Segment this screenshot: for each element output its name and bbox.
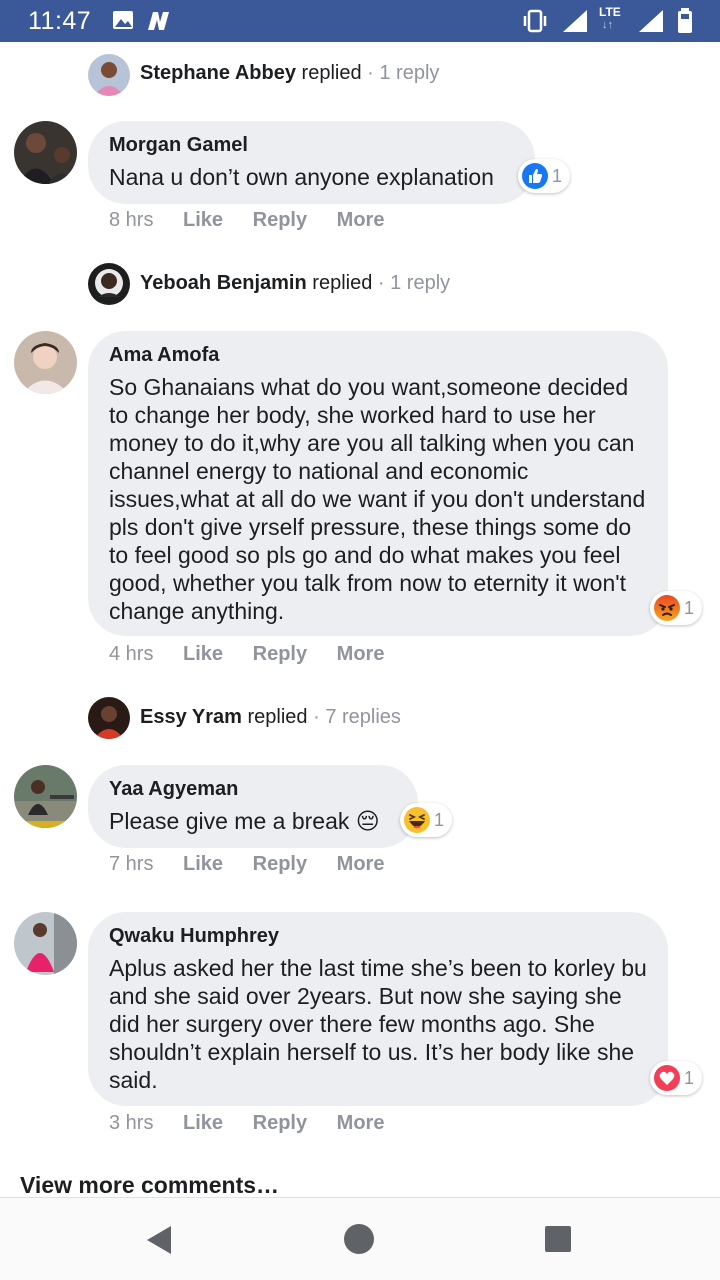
reaction-badge[interactable]: 1 [650,591,703,625]
comment-text: Nana u don’t own anyone explanation [109,164,494,190]
more-button[interactable]: More [337,853,385,876]
home-button-icon[interactable] [343,1223,375,1255]
more-button[interactable]: More [337,209,385,232]
stephane-abbey-avatar-icon [88,54,130,96]
reaction-badge[interactable]: 1 [400,803,453,837]
comment-bubble[interactable]: Yaa Agyeman Please give me a break 😔 [88,765,418,848]
avatar[interactable] [14,912,77,975]
comment-time: 3 hrs [109,1112,154,1134]
comment-actions: 3 hrs Like Reply More [109,1112,384,1135]
yeboah-benjamin-avatar-icon [88,263,130,305]
comment-author[interactable]: Morgan Gamel [109,132,514,158]
comment-actions: 4 hrs Like Reply More [109,643,384,666]
love-reaction-icon [654,1065,680,1091]
battery-icon [678,8,692,33]
like-button[interactable]: Like [183,643,223,666]
avatar[interactable] [14,331,77,394]
signal-icon [563,10,587,32]
data-arrows-icon: ↓↑ [602,19,613,31]
vibrate-icon [523,9,547,33]
view-more-comments-link[interactable]: View more comments… [20,1172,279,1197]
haha-reaction-icon [404,807,430,833]
replied-verb: replied [312,272,373,294]
recents-button-icon[interactable] [544,1225,572,1253]
reply-button[interactable]: Reply [253,209,307,232]
replied-verb: replied [247,706,308,728]
comment-author[interactable]: Qwaku Humphrey [109,923,647,949]
reaction-count: 1 [684,1067,695,1088]
reaction-count: 1 [434,809,445,830]
signal-icon-2 [639,10,663,32]
comment-time: 7 hrs [109,853,154,875]
comment-bubble[interactable]: Qwaku Humphrey Aplus asked her the last … [88,912,668,1106]
comment-author[interactable]: Yaa Agyeman [109,776,397,802]
more-button[interactable]: More [337,1112,385,1135]
reply-count[interactable]: · 1 reply [378,272,450,294]
replied-row[interactable]: Yeboah Benjamin replied · 1 reply [140,272,450,295]
avatar[interactable] [88,697,130,739]
replied-row[interactable]: Essy Yram replied · 7 replies [140,706,401,729]
comment-bubble[interactable]: Ama Amofa So Ghanaians what do you want,… [88,331,668,636]
ama-amofa-avatar-icon [14,331,77,394]
like-button[interactable]: Like [183,853,223,876]
replied-row[interactable]: Stephane Abbey replied · 1 reply [140,62,439,85]
avatar[interactable] [88,263,130,305]
more-button[interactable]: More [337,643,385,666]
comment-author[interactable]: Ama Amofa [109,342,647,368]
angry-reaction-icon [654,595,680,621]
reply-count[interactable]: · 1 reply [367,62,439,84]
avatar[interactable] [14,765,77,828]
status-bar: 11:47 LTE ↓↑ [0,0,720,42]
reaction-badge[interactable]: 1 [518,159,571,193]
avatar[interactable] [14,121,77,184]
comment-time: 8 hrs [109,209,154,231]
comment-bubble[interactable]: Morgan Gamel Nana u don’t own anyone exp… [88,121,535,204]
like-reaction-icon [522,163,548,189]
morgan-gamel-avatar-icon [14,121,77,184]
avatar[interactable] [88,54,130,96]
like-button[interactable]: Like [183,209,223,232]
comments-feed[interactable]: Stephane Abbey replied · 1 reply Morgan … [0,42,720,1197]
reaction-count: 1 [684,597,695,618]
like-button[interactable]: Like [183,1112,223,1135]
comment-text: Please give me a break 😔 [109,808,380,834]
replier-name[interactable]: Yeboah Benjamin [140,272,307,294]
reply-button[interactable]: Reply [253,853,307,876]
back-button-icon[interactable] [144,1224,174,1256]
replied-verb: replied [301,62,362,84]
gallery-icon [113,11,133,29]
android-nav-bar [0,1197,720,1280]
essy-yram-avatar-icon [88,697,130,739]
qwaku-humphrey-avatar-icon [14,912,77,975]
reply-button[interactable]: Reply [253,1112,307,1135]
comment-time: 4 hrs [109,643,154,665]
reaction-count: 1 [552,165,563,186]
replier-name[interactable]: Essy Yram [140,706,242,728]
reply-count[interactable]: · 7 replies [313,706,401,728]
status-time: 11:47 [28,7,92,35]
comment-actions: 7 hrs Like Reply More [109,853,384,876]
comment-text: Aplus asked her the last time she’s been… [109,955,647,1093]
yaa-agyeman-avatar-icon [14,765,77,828]
reaction-badge[interactable]: 1 [650,1061,703,1095]
comment-actions: 8 hrs Like Reply More [109,209,384,232]
lte-label: LTE [599,5,621,19]
comment-text: So Ghanaians what do you want,someone de… [109,374,646,624]
app-notification-icon [148,12,169,30]
replier-name[interactable]: Stephane Abbey [140,62,296,84]
reply-button[interactable]: Reply [253,643,307,666]
